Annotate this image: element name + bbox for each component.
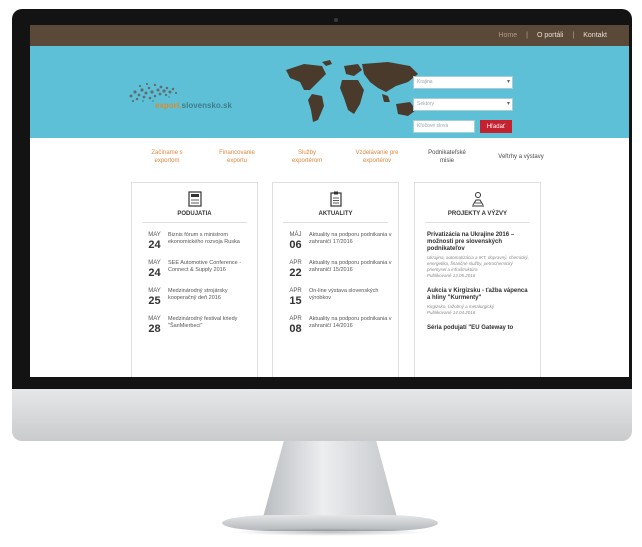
project-title: Séria podujatí "EU Gateway to <box>427 325 514 331</box>
event-date: MAY 28 <box>148 316 161 335</box>
event-text: Biznis fórum s ministrom ekonomického ro… <box>168 232 240 245</box>
logo-text: export.slovensko.sk <box>155 101 232 110</box>
card-header: PROJEKTY A VÝZVY <box>415 183 540 217</box>
events-card: PODUJATIA MAY 24 Biznis fórum s ministro… <box>131 182 258 377</box>
event-date: MAY 25 <box>148 288 161 307</box>
search-button[interactable]: Hľadať <box>480 120 512 133</box>
card-title: PROJEKTY A VÝZVY <box>447 211 508 217</box>
monitor-stand <box>262 441 398 521</box>
news-item[interactable]: APR 15 On-line výstava slovenských výrob… <box>285 288 398 307</box>
hero-banner: export.slovensko.sk Krajina ▾ Sektory ▾ <box>30 46 629 138</box>
event-item[interactable]: MAY 25 Medzinárodný strojársky kooperačn… <box>144 288 257 307</box>
projects-card: PROJEKTY A VÝZVY Privatizácia na Ukrajin… <box>414 182 541 377</box>
card-divider <box>142 222 247 223</box>
site-logo[interactable]: export.slovensko.sk <box>125 80 255 114</box>
project-title: Privatizácia na Ukrajine 2016 – možnosti… <box>427 232 515 252</box>
event-text: SEE Automotive Conference - Connect & Su… <box>168 260 242 273</box>
handshake-icon <box>471 192 484 207</box>
search-row: Kľúčové slová Hľadať <box>413 120 523 133</box>
card-divider <box>425 222 530 223</box>
event-text: Medzinárodný festival kriedy "ŠanMierbec… <box>168 316 238 329</box>
world-map-icon <box>286 60 418 122</box>
top-nav-bar: Home | O portáli | Kontakt <box>30 25 629 46</box>
content-cards: PODUJATIA MAY 24 Biznis fórum s ministro… <box>131 182 629 377</box>
menu-item-misie[interactable]: Podnikateľské misie <box>412 149 482 165</box>
news-item[interactable]: APR 22 Aktuality na podporu podnikania v… <box>285 260 398 279</box>
card-header: AKTUALITY <box>273 183 398 217</box>
project-description: Ukrajina, automatizácia a IKT, dopravný,… <box>427 255 529 272</box>
clipboard-icon <box>329 191 342 207</box>
news-text: Aktuality na podporu podnikania v zahran… <box>309 316 392 329</box>
nav-home-link[interactable]: Home <box>498 32 517 39</box>
menu-item-vzdelavanie[interactable]: Vzdelávanie pre exportérov <box>342 149 412 165</box>
calendar-icon <box>187 191 202 207</box>
nav-separator: | <box>526 32 528 39</box>
card-title: AKTUALITY <box>318 211 353 217</box>
event-date: MAY 24 <box>148 260 161 279</box>
sector-select[interactable]: Sektory ▾ <box>413 98 513 111</box>
event-item[interactable]: MAY 28 Medzinárodný festival kriedy "Šan… <box>144 316 257 335</box>
menu-item-zaciname[interactable]: Začíname s exportom <box>132 149 202 165</box>
search-form: Krajina ▾ Sektory ▾ Kľúčové slová Hľadať <box>413 76 523 133</box>
event-item[interactable]: MAY 24 SEE Automotive Conference - Conne… <box>144 260 257 279</box>
menu-item-sluzby[interactable]: Služby exportérom <box>272 149 342 165</box>
card-header: PODUJATIA <box>132 183 257 217</box>
card-title: PODUJATIA <box>177 211 212 217</box>
camera-dot <box>334 18 338 22</box>
news-text: On-line výstava slovenských výrobkov <box>309 288 379 301</box>
project-item[interactable]: Privatizácia na Ukrajine 2016 – možnosti… <box>427 232 530 279</box>
main-menu: Začíname s exportom Financovanie exportu S… <box>30 138 629 176</box>
card-divider <box>283 222 388 223</box>
project-date: Publikované 14.04.2016 <box>427 310 476 315</box>
project-item[interactable]: Séria podujatí "EU Gateway to <box>427 325 530 332</box>
project-date: Publikované 13.05.2016 <box>427 273 476 278</box>
news-text: Aktuality na podporu podnikania v zahran… <box>309 260 392 273</box>
website-screen: Home | O portáli | Kontakt export.sloven… <box>30 25 629 377</box>
project-item[interactable]: Aukcia v Kirgizsku - ťažba vápenca a hli… <box>427 288 530 316</box>
nav-contact-link[interactable]: Kontakt <box>583 32 607 39</box>
keyword-input[interactable]: Kľúčové slová <box>413 120 475 133</box>
news-date: MÁJ 06 <box>289 232 302 251</box>
news-date: APR 08 <box>289 316 302 335</box>
news-text: Aktuality na podporu podnikania v zahran… <box>309 232 392 245</box>
monitor-chin <box>12 389 632 441</box>
menu-item-financovanie[interactable]: Financovanie exportu <box>202 149 272 165</box>
news-item[interactable]: MÁJ 06 Aktuality na podporu podnikania v… <box>285 232 398 251</box>
news-date: APR 22 <box>289 260 302 279</box>
nav-separator: | <box>572 32 575 39</box>
news-date: APR 15 <box>289 288 302 307</box>
project-title: Aukcia v Kirgizsku - ťažba vápenca a hli… <box>427 288 528 301</box>
monitor-shadow <box>232 528 428 536</box>
news-card: AKTUALITY MÁJ 06 Aktuality na podporu po… <box>272 182 399 377</box>
nav-about-link[interactable]: O portáli <box>537 32 563 39</box>
select-arrow-icon: ▾ <box>506 101 510 107</box>
menu-item-veltrhy[interactable]: Veľtrhy a výstavy <box>482 153 560 161</box>
country-select[interactable]: Krajina ▾ <box>413 76 513 89</box>
news-item[interactable]: APR 08 Aktuality na podporu podnikania v… <box>285 316 398 335</box>
select-arrow-icon: ▾ <box>506 79 510 85</box>
event-date: MAY 24 <box>148 232 161 251</box>
event-text: Medzinárodný strojársky kooperačný deň 2… <box>168 288 228 301</box>
event-item[interactable]: MAY 24 Biznis fórum s ministrom ekonomic… <box>144 232 257 251</box>
